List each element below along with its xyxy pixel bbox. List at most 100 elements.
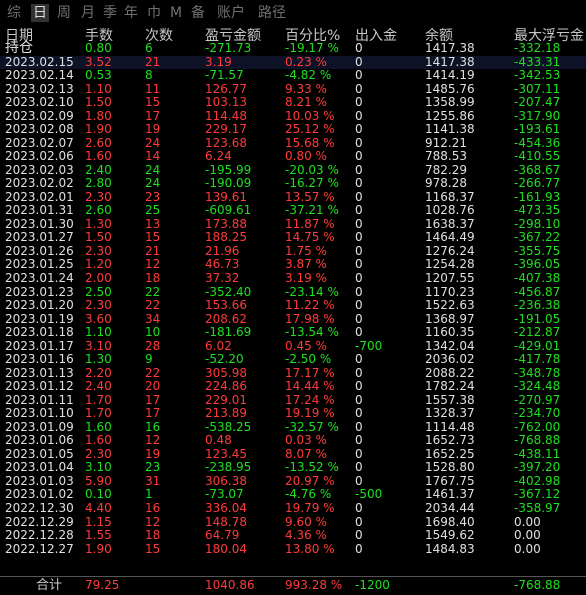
cell-count: 31 xyxy=(145,473,161,488)
cell-pnl: 6.02 xyxy=(205,338,232,353)
table-row[interactable]: 2023.01.13 2.20 22 305.98 17.17 % 0 2088.22 -34… xyxy=(0,365,586,380)
cell-pct: 20.97 % xyxy=(285,473,335,488)
table-row[interactable]: 2022.12.27 1.90 15 180.04 13.80 % 0 1484.83 0.0… xyxy=(0,541,586,556)
cell-pnl: 208.62 xyxy=(205,311,247,326)
cell-pct: 3.87 % xyxy=(285,257,327,272)
cell-pnl: 305.98 xyxy=(205,365,247,380)
cell-balance: 1557.38 xyxy=(425,392,475,407)
cell-flow: 0 xyxy=(355,257,363,272)
table-row[interactable]: 2023.01.26 2.30 21 21.96 1.75 % 0 1276.24 -355.… xyxy=(0,243,586,258)
cell-lots: 2.40 xyxy=(85,379,112,394)
table-row[interactable]: 2023.02.03 2.40 24 -195.99 -20.03 % 0 782.29 -3… xyxy=(0,162,586,177)
cell-max-drawdown: -367.22 xyxy=(514,230,561,245)
table-row[interactable]: 2023.02.13 1.10 11 126.77 9.33 % 0 1485.76 -307… xyxy=(0,81,586,96)
tab-account[interactable]: 账户 xyxy=(214,4,248,22)
cell-flow: 0 xyxy=(355,284,363,299)
table-row[interactable]: 2023.02.09 1.80 17 114.48 10.03 % 0 1255.86 -31… xyxy=(0,109,586,123)
cell-date: 2023.02.07 xyxy=(5,135,74,150)
table-row[interactable]: 2023.02.10 1.50 15 103.13 8.21 % 0 1358.99 -207… xyxy=(0,96,586,109)
tab-overview[interactable]: 综 xyxy=(4,4,24,22)
table-row[interactable]: 2023.01.04 3.10 23 -238.95 -13.52 % 0 1528.80 -… xyxy=(0,461,586,474)
cell-lots: 1.30 xyxy=(85,352,112,367)
table-row[interactable]: 2023.01.05 2.30 19 123.45 8.07 % 0 1652.25 -438… xyxy=(0,447,586,461)
cell-balance: 1767.75 xyxy=(425,473,475,488)
cell-pct: 13.57 % xyxy=(285,189,335,204)
cell-balance: 2034.44 xyxy=(425,501,475,516)
table-row[interactable]: 2022.12.28 1.55 18 64.79 4.36 % 0 1549.62 0.00 xyxy=(0,529,586,542)
cell-pct: 19.19 % xyxy=(285,406,335,421)
cell-date: 2023.01.31 xyxy=(5,203,74,218)
cell-lots: 1.15 xyxy=(85,514,112,529)
table-row[interactable]: 2023.01.25 1.20 12 46.73 3.87 % 0 1254.28 -396.… xyxy=(0,258,586,271)
tab-custom[interactable]: 巾 xyxy=(145,4,163,22)
cell-max-drawdown: -307.11 xyxy=(514,81,561,96)
table-row[interactable]: 2023.02.02 2.80 24 -190.09 -16.27 % 0 978.28 -2… xyxy=(0,177,586,190)
cell-count: 6 xyxy=(145,41,153,55)
table-row[interactable]: 持仓 0.80 6 -271.73 -19.17 % 0 1417.38 -332.18 xyxy=(0,41,586,55)
cell-lots: 0.80 xyxy=(85,41,112,55)
cell-lots: 1.20 xyxy=(85,257,112,272)
cell-max-drawdown: -433.31 xyxy=(514,54,561,69)
table-row[interactable]: 2023.02.14 0.53 8 -71.57 -4.82 % 0 1414.19 -342… xyxy=(0,69,586,82)
cell-pnl: -73.07 xyxy=(205,487,244,502)
table-row[interactable]: 2023.02.15 3.52 21 3.19 0.23 % 0 1417.38 -433.3… xyxy=(0,54,586,69)
cell-count: 21 xyxy=(145,54,161,69)
cell-count: 15 xyxy=(145,541,161,556)
cell-flow: 0 xyxy=(355,541,363,556)
table-row[interactable]: 2023.01.17 3.10 28 6.02 0.45 % -700 1342.04 -42… xyxy=(0,338,586,353)
cell-count: 11 xyxy=(145,81,161,96)
table-row[interactable]: 2023.01.02 0.10 1 -73.07 -4.76 % -500 1461.37 -… xyxy=(0,488,586,501)
table-row[interactable]: 2023.01.20 2.30 22 153.66 11.22 % 0 1522.63 -23… xyxy=(0,299,586,312)
tab-quarter[interactable]: 季 xyxy=(101,4,119,22)
table-row[interactable]: 2023.02.08 1.90 19 229.17 25.12 % 0 1141.38 -19… xyxy=(0,123,586,136)
table-row[interactable]: 2023.01.30 1.30 13 173.88 11.87 % 0 1638.37 -29… xyxy=(0,216,586,231)
cell-flow: 0 xyxy=(355,352,363,367)
table-row[interactable]: 2023.01.06 1.60 12 0.48 0.03 % 0 1652.73 -768.8… xyxy=(0,434,586,447)
cell-flow: 0 xyxy=(355,406,363,421)
table-row[interactable]: 2023.01.23 2.50 22 -352.40 -23.14 % 0 1170.23 -… xyxy=(0,284,586,299)
cell-count: 13 xyxy=(145,216,161,231)
table-row[interactable]: 2023.01.16 1.30 9 -52.20 -2.50 % 0 2036.02 -417… xyxy=(0,353,586,366)
cell-pct: 8.21 % xyxy=(285,95,327,110)
table-row[interactable]: 2023.01.31 2.60 25 -609.61 -37.21 % 0 1028.76 -… xyxy=(0,204,586,217)
tab-month[interactable]: 月 xyxy=(79,4,97,22)
cell-pnl: 37.32 xyxy=(205,271,240,285)
table-row[interactable]: 2023.01.12 2.40 20 224.86 14.44 % 0 1782.24 -32… xyxy=(0,380,586,393)
tab-week[interactable]: 周 xyxy=(55,4,73,22)
tab-year[interactable]: 年 xyxy=(122,4,140,22)
tab-path[interactable]: 路径 xyxy=(254,4,290,22)
cell-date: 2023.02.03 xyxy=(5,162,74,177)
table-row[interactable]: 2023.01.03 5.90 31 306.38 20.97 % 0 1767.75 -40… xyxy=(0,473,586,488)
table-row[interactable]: 2023.02.07 2.60 24 123.68 15.68 % 0 912.21 -454… xyxy=(0,135,586,150)
cell-date: 2023.02.13 xyxy=(5,81,74,96)
tab-note[interactable]: 备 xyxy=(189,4,207,22)
cell-date: 2023.01.17 xyxy=(5,338,74,353)
cell-flow: 0 xyxy=(355,298,363,313)
table-row[interactable]: 2023.01.18 1.10 10 -181.69 -13.54 % 0 1160.35 -… xyxy=(0,326,586,339)
cell-balance: 1698.40 xyxy=(425,514,475,529)
cell-pct: 1.75 % xyxy=(285,243,327,258)
table-row[interactable]: 2023.01.24 2.00 18 37.32 3.19 % 0 1207.55 -407.… xyxy=(0,272,586,285)
table-row[interactable]: 2023.01.27 1.50 15 188.25 14.75 % 0 1464.49 -36… xyxy=(0,231,586,244)
cell-flow: 0 xyxy=(355,325,363,340)
cell-pnl: 3.19 xyxy=(205,54,232,69)
cell-max-drawdown: -417.78 xyxy=(514,352,561,367)
tab-day[interactable]: 日 xyxy=(31,4,49,22)
table-row[interactable]: 2023.01.10 1.70 17 213.89 19.19 % 0 1328.37 -23… xyxy=(0,407,586,420)
table-row[interactable]: 2023.01.11 1.70 17 229.01 17.24 % 0 1557.38 -27… xyxy=(0,392,586,407)
table-row[interactable]: 2022.12.29 1.15 12 148.78 9.60 % 0 1698.40 0.00 xyxy=(0,514,586,529)
cell-pct: 9.60 % xyxy=(285,514,327,529)
cell-count: 14 xyxy=(145,149,161,164)
table-row[interactable]: 2023.02.01 2.30 23 139.61 13.57 % 0 1168.37 -16… xyxy=(0,189,586,204)
cell-max-drawdown: -191.05 xyxy=(514,311,561,326)
cell-pct: -32.57 % xyxy=(285,419,339,434)
table-row[interactable]: 2023.01.09 1.60 16 -538.25 -32.57 % 0 1114.48 -… xyxy=(0,419,586,434)
table-row[interactable]: 2023.02.06 1.60 14 6.24 0.80 % 0 788.53 -410.55 xyxy=(0,150,586,163)
table-row[interactable]: 2023.01.19 3.60 34 208.62 17.98 % 0 1368.97 -19… xyxy=(0,311,586,326)
cell-max-drawdown: -348.78 xyxy=(514,365,561,380)
cell-pct: 0.23 % xyxy=(285,54,327,69)
cell-flow: 0 xyxy=(355,311,363,326)
table-row[interactable]: 2022.12.30 4.40 16 336.04 19.79 % 0 2034.44 -35… xyxy=(0,502,586,515)
tab-m[interactable]: M xyxy=(168,4,184,22)
cell-flow: 0 xyxy=(355,122,363,137)
